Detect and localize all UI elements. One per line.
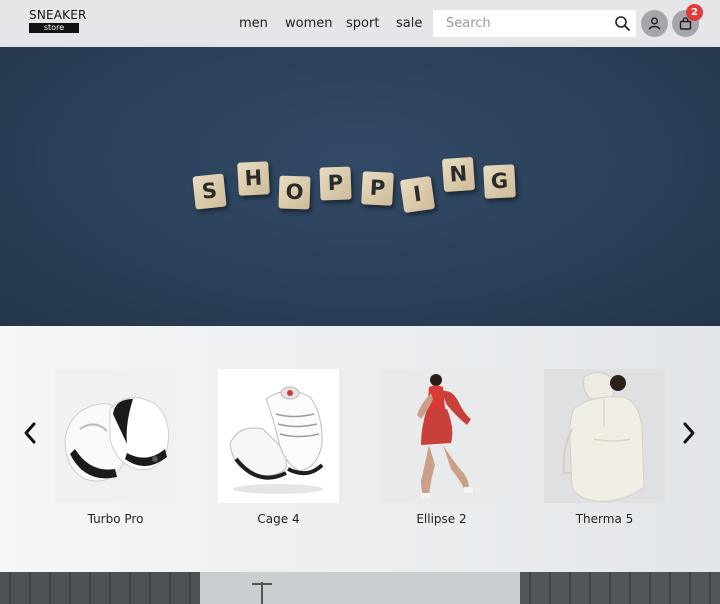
hero-letter-tile: P — [361, 171, 394, 206]
product-image-apparel — [544, 369, 665, 503]
search-box — [433, 10, 636, 37]
hero-letter-tile: H — [237, 161, 270, 196]
product-card[interactable]: Cage 4 — [218, 369, 339, 526]
product-image-apparel — [381, 369, 502, 503]
chevron-right-icon[interactable] — [681, 421, 697, 445]
hero-letter-tile: N — [441, 156, 476, 193]
search-icon[interactable] — [614, 15, 631, 32]
nav-link-men[interactable]: men — [239, 16, 268, 31]
hero-letter-tile: O — [278, 175, 311, 210]
product-name: Therma 5 — [575, 512, 634, 526]
logo-text-bottom: store — [29, 23, 79, 33]
top-navbar: SNEAKER store men women sport sale 2 — [0, 0, 720, 47]
user-account-button[interactable] — [641, 10, 668, 37]
product-carousel: Turbo Pro Cage 4 Ellipse 2 Therma 5 — [0, 326, 720, 572]
cart-count-badge: 2 — [686, 4, 703, 21]
nav-link-sport[interactable]: sport — [346, 16, 379, 31]
store-logo[interactable]: SNEAKER store — [29, 8, 87, 33]
nav-link-sale[interactable]: sale — [396, 16, 422, 31]
product-image-sneaker — [218, 369, 339, 503]
nav-link-women[interactable]: women — [285, 16, 333, 31]
hero-banner: S H O P P I N G — [0, 47, 720, 326]
product-card[interactable]: Therma 5 — [544, 369, 665, 526]
logo-text-top: SNEAKER — [29, 8, 87, 22]
product-name: Cage 4 — [257, 512, 300, 526]
search-input[interactable] — [433, 10, 611, 37]
product-card[interactable]: Turbo Pro — [55, 369, 176, 526]
hero-letter-tile: I — [399, 176, 436, 213]
user-icon — [648, 17, 661, 30]
chevron-left-icon[interactable] — [22, 421, 38, 445]
product-image-sneaker — [55, 369, 176, 503]
product-name: Turbo Pro — [87, 512, 144, 526]
product-name: Ellipse 2 — [416, 512, 467, 526]
hero-letter-tile: S — [192, 173, 227, 210]
hero-letter-tile: P — [319, 166, 352, 201]
product-card[interactable]: Ellipse 2 — [381, 369, 502, 526]
secondary-banner-image — [0, 572, 720, 604]
hero-letter-tile: G — [483, 164, 516, 199]
